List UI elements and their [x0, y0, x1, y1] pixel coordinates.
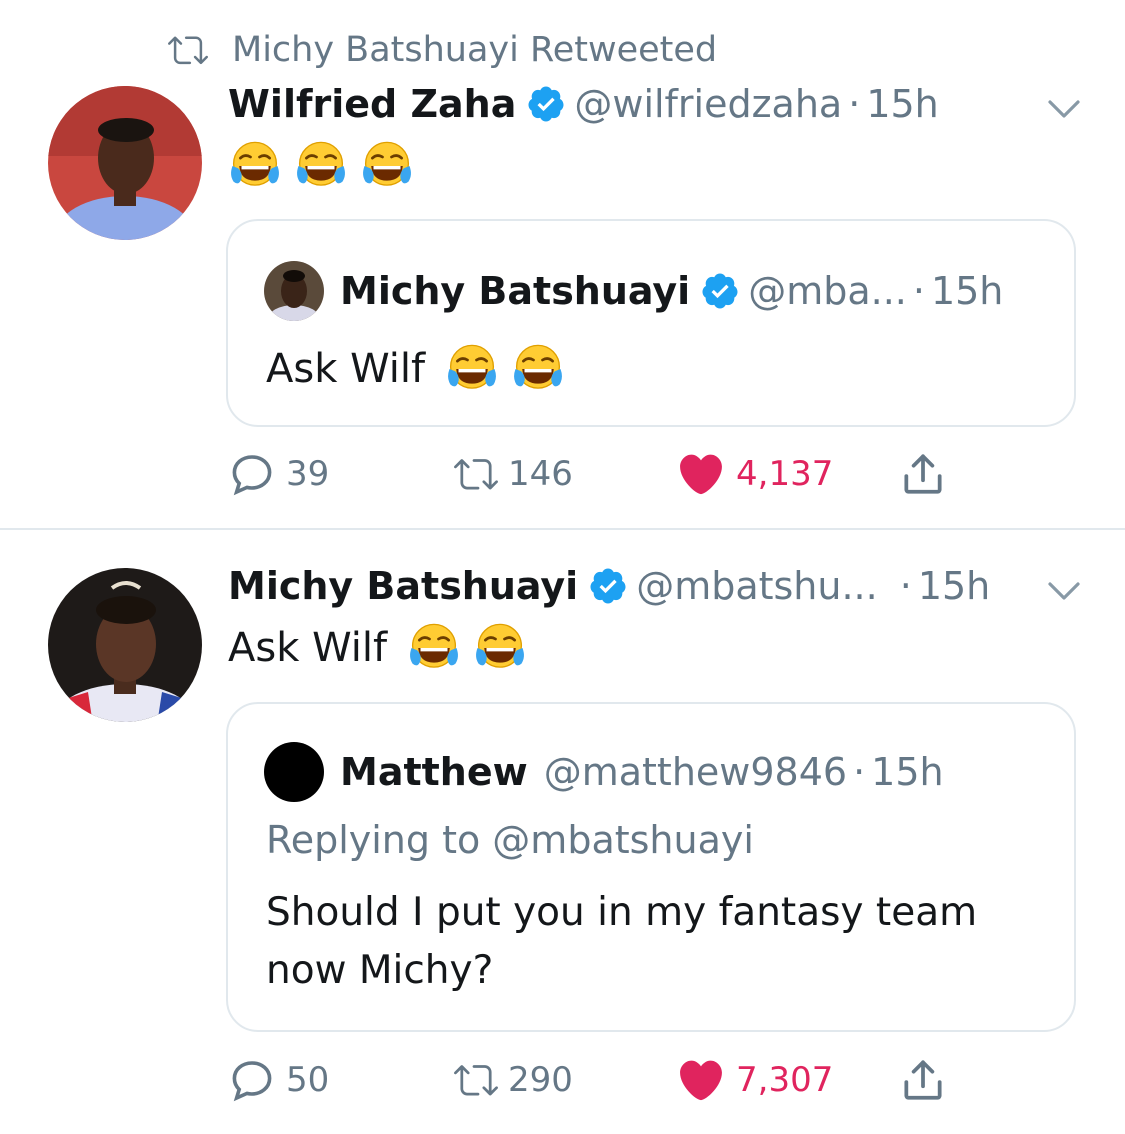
- chevron-down-icon[interactable]: [1040, 566, 1088, 618]
- tweet-actions: 50 290 7,307: [228, 1050, 1078, 1110]
- quoted-tweet-header: Michy Batshuayi @mba... · 15h: [264, 261, 1004, 321]
- quoted-tweet-header: Matthew @matthew9846 · 15h: [264, 742, 944, 802]
- share-icon: [898, 1055, 948, 1105]
- author-handle[interactable]: @mbatshu...: [636, 564, 878, 608]
- reply-button[interactable]: 50: [228, 1050, 329, 1110]
- quoted-tweet-timestamp: 15h: [871, 750, 944, 794]
- like-count: 7,307: [736, 1060, 834, 1100]
- tweet-header: Michy Batshuayi @mbatshu... · 15h: [228, 558, 990, 614]
- joy-emoji-icon: [473, 621, 527, 675]
- reply-icon: [228, 450, 276, 498]
- quoted-avatar: [264, 261, 324, 321]
- quoted-tweet-card[interactable]: Matthew @matthew9846 · 15h Replying to @…: [226, 702, 1076, 1032]
- chevron-down-icon[interactable]: [1040, 84, 1088, 136]
- tweet-divider: [0, 528, 1125, 530]
- share-icon: [898, 449, 948, 499]
- reply-icon: [228, 1056, 276, 1104]
- quoted-tweet-text: Ask Wilf: [266, 339, 565, 399]
- tweet-header: Wilfried Zaha @wilfriedzaha · 15h: [228, 76, 939, 132]
- separator-dot: ·: [853, 750, 866, 794]
- reply-count: 39: [286, 454, 330, 494]
- joy-emoji-icon: [445, 342, 499, 396]
- tweet-text: Ask Wilf: [228, 618, 527, 678]
- joy-emoji-icon: [294, 139, 348, 193]
- retweet-button[interactable]: 290: [450, 1050, 573, 1110]
- tweet-body: Ask Wilf: [228, 625, 388, 671]
- avatar[interactable]: [48, 86, 202, 240]
- tweet-timestamp[interactable]: 15h: [918, 564, 990, 608]
- quoted-author-name: Michy Batshuayi: [340, 269, 691, 313]
- like-button[interactable]: 4,137: [676, 444, 833, 504]
- reply-button[interactable]: 39: [228, 444, 329, 504]
- joy-emoji-icon: [360, 139, 414, 193]
- avatar-image: [48, 568, 202, 722]
- author-name[interactable]: Michy Batshuayi: [228, 564, 578, 608]
- tweet-actions: 39 146 4,137: [228, 444, 1078, 504]
- replying-to-text: Replying to @mbatshuayi: [266, 818, 754, 862]
- quoted-text: Ask Wilf: [266, 346, 426, 392]
- retweet-icon: [166, 30, 210, 70]
- quoted-text-line-2: now Michy?: [266, 948, 494, 993]
- quoted-text-line-1: Should I put you in my fantasy team: [266, 890, 978, 935]
- quoted-author-handle: @matthew9846: [543, 750, 848, 794]
- quoted-avatar: [264, 742, 324, 802]
- separator-dot: ·: [899, 564, 912, 608]
- retweet-icon: [450, 1058, 502, 1102]
- tweet-text: [228, 138, 414, 194]
- heart-icon: [676, 1055, 726, 1105]
- retweet-icon: [450, 452, 502, 496]
- like-count: 4,137: [736, 454, 834, 494]
- author-name[interactable]: Wilfried Zaha: [228, 82, 516, 126]
- retweeted-by-header[interactable]: Michy Batshuayi Retweeted: [166, 28, 717, 72]
- verified-badge-icon: [588, 566, 628, 606]
- avatar-image: [48, 86, 202, 240]
- share-button[interactable]: [898, 444, 948, 504]
- retweet-button[interactable]: 146: [450, 444, 573, 504]
- joy-emoji-icon: [228, 139, 282, 193]
- quoted-tweet-card[interactable]: Michy Batshuayi @mba... · 15h Ask Wilf: [226, 219, 1076, 427]
- retweet-count: 290: [508, 1060, 573, 1100]
- author-handle[interactable]: @wilfriedzaha: [574, 82, 842, 126]
- quoted-tweet-timestamp: 15h: [930, 269, 1004, 313]
- retweet-count: 146: [508, 454, 573, 494]
- verified-badge-icon: [700, 271, 740, 311]
- quoted-author-handle: @mba...: [748, 269, 907, 313]
- joy-emoji-icon: [407, 621, 461, 675]
- reply-count: 50: [286, 1060, 330, 1100]
- separator-dot: ·: [912, 269, 925, 313]
- like-button[interactable]: 7,307: [676, 1050, 833, 1110]
- verified-badge-icon: [526, 84, 566, 124]
- share-button[interactable]: [898, 1050, 948, 1110]
- heart-icon: [676, 449, 726, 499]
- retweeted-by-text: Michy Batshuayi Retweeted: [232, 30, 718, 70]
- joy-emoji-icon: [511, 342, 565, 396]
- separator-dot: ·: [848, 82, 861, 126]
- quoted-author-name: Matthew: [340, 750, 528, 794]
- avatar[interactable]: [48, 568, 202, 722]
- tweet-timestamp[interactable]: 15h: [866, 82, 938, 126]
